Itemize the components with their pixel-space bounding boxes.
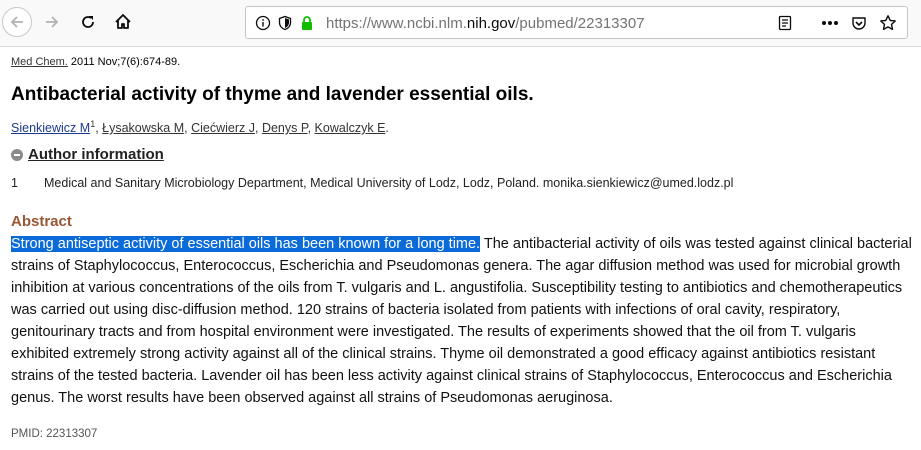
- author-affiliation-sup: 1: [90, 119, 96, 129]
- author-information-label: Author information: [28, 146, 164, 163]
- abstract-body: The antibacterial activity of oils was t…: [11, 236, 912, 406]
- forward-arrow-icon: [46, 16, 59, 28]
- reload-icon: [82, 16, 94, 28]
- pmid: PMID: 22313307: [11, 428, 98, 440]
- url-text[interactable]: https://www.ncbi.nlm.nih.gov/pubmed/2231…: [326, 15, 645, 32]
- home-icon: [115, 14, 131, 29]
- info-icon[interactable]: [254, 14, 272, 32]
- author-list: Sienkiewicz M1, Łysakowska M, Ciećwierz …: [11, 119, 389, 136]
- author-link[interactable]: Sienkiewicz M: [11, 121, 90, 135]
- article-title: Antibacterial activity of thyme and lave…: [11, 84, 534, 105]
- pocket-icon[interactable]: [850, 14, 868, 32]
- page-actions-icon[interactable]: [821, 14, 839, 32]
- author-link[interactable]: Łysakowska M: [102, 121, 184, 135]
- home-button[interactable]: [108, 7, 138, 37]
- back-arrow-icon: [10, 16, 23, 28]
- address-bar[interactable]: https://www.ncbi.nlm.nih.gov/pubmed/2231…: [245, 6, 908, 39]
- abstract-text: Strong antiseptic activity of essential …: [11, 233, 916, 409]
- lock-icon[interactable]: [298, 14, 316, 32]
- tracking-protection-shield-icon[interactable]: [276, 14, 294, 32]
- collapse-minus-icon: [11, 148, 23, 161]
- selected-text: Strong antiseptic activity of essential …: [11, 236, 481, 252]
- author-link[interactable]: Ciećwierz J: [191, 121, 255, 135]
- url-prefix: https://www.ncbi.nlm.: [326, 15, 467, 32]
- url-host: nih.gov: [466, 15, 516, 32]
- back-button[interactable]: [2, 7, 32, 37]
- author-link[interactable]: Kowalczyk E: [315, 121, 386, 135]
- citation: Med Chem. 2011 Nov;7(6):674-89.: [11, 56, 180, 68]
- reload-button[interactable]: [73, 7, 103, 37]
- reader-view-icon[interactable]: [776, 14, 794, 32]
- affiliation-number: 1: [11, 176, 18, 190]
- affiliation-text: Medical and Sanitary Microbiology Depart…: [44, 176, 734, 190]
- url-path: /pubmed/22313307: [515, 15, 645, 32]
- author-link[interactable]: Denys P: [262, 121, 308, 135]
- journal-link[interactable]: Med Chem.: [11, 56, 68, 68]
- forward-button[interactable]: [37, 7, 67, 37]
- bookmark-star-icon[interactable]: [879, 14, 897, 32]
- citation-details: 2011 Nov;7(6):674-89.: [67, 56, 181, 68]
- abstract-heading: Abstract: [11, 213, 72, 230]
- affiliation: 1 Medical and Sanitary Microbiology Depar…: [11, 176, 733, 190]
- browser-toolbar: https://www.ncbi.nlm.nih.gov/pubmed/2231…: [0, 0, 921, 47]
- author-information-toggle[interactable]: Author information: [11, 146, 164, 163]
